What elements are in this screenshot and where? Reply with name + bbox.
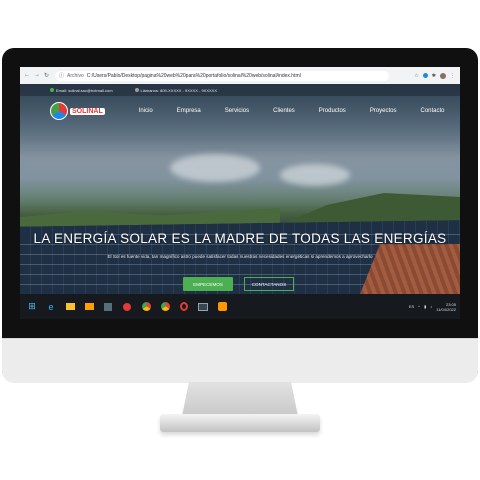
monitor-stand-base: [160, 414, 320, 432]
menu-item-contacto[interactable]: Contacto: [421, 108, 445, 114]
menu-item-proyectos[interactable]: Proyectos: [370, 108, 397, 114]
logo-icon: [50, 102, 68, 120]
reload-icon[interactable]: ↻: [44, 72, 49, 79]
contact-button[interactable]: CONTACTANOS: [244, 277, 294, 291]
browser-toolbar: ← → ↻ ⓘ Archivo C:/Users/Pablo/Desktop/p…: [20, 67, 460, 85]
network-icon[interactable]: ▮: [424, 304, 426, 309]
system-tray: ES ^ ▮ ♪ 23:05 11/04/2022: [409, 302, 456, 312]
logo-text: SOLINAL: [70, 107, 105, 115]
clock[interactable]: 23:05 11/04/2022: [436, 302, 456, 312]
edge-icon[interactable]: e: [44, 300, 58, 314]
screen: ← → ↻ ⓘ Archivo C:/Users/Pablo/Desktop/p…: [20, 67, 460, 319]
address-label: Archivo: [67, 72, 84, 79]
avatar[interactable]: [440, 72, 446, 79]
clock-date: 11/04/2022: [436, 306, 456, 312]
sublime-icon[interactable]: [215, 300, 229, 314]
app-icon[interactable]: [120, 300, 134, 314]
email-text: Email: solinal.sac@hotmail.com: [56, 87, 113, 93]
start-button[interactable]: EMPECEMOS: [183, 277, 233, 291]
language-indicator[interactable]: ES: [409, 304, 414, 309]
site-logo[interactable]: SOLINAL: [50, 102, 105, 120]
monitor-chin: [2, 338, 478, 383]
phone-text: Llámanos: 809-XXXXX - 9XXXX - 9XXXXX: [140, 87, 218, 93]
cloud-shape: [280, 164, 350, 186]
site-navbar: SOLINAL Inicio Empresa Servicios Cliente…: [20, 96, 460, 126]
star-icon[interactable]: ☆: [414, 73, 418, 79]
chrome-icon[interactable]: [158, 300, 172, 314]
menu-item-productos[interactable]: Productos: [319, 108, 346, 114]
monitor-stand-neck: [182, 382, 298, 416]
terminal-icon[interactable]: [196, 300, 210, 314]
windows-taskbar: ⊞ e ES ^ ▮ ♪ 23:05 11/04/2022: [20, 294, 460, 319]
hero-subtitle: El Sol es fuente vida, tan magnífico ast…: [107, 254, 373, 259]
email-icon: [50, 88, 54, 93]
opera-icon[interactable]: [177, 300, 191, 314]
back-icon[interactable]: ←: [24, 72, 30, 79]
cloud-shape: [170, 154, 260, 182]
volume-icon[interactable]: ♪: [430, 304, 432, 309]
file-explorer-icon[interactable]: [63, 300, 77, 314]
extension-icon[interactable]: [422, 73, 428, 78]
address-bar[interactable]: ⓘ Archivo C:/Users/Pablo/Desktop/pagina%…: [55, 70, 390, 81]
main-menu: Inicio Empresa Servicios Clientes Produc…: [139, 108, 445, 114]
contact-topbar: Email: solinal.sac@hotmail.com Llámanos:…: [20, 84, 460, 96]
chevron-up-icon[interactable]: ^: [418, 304, 420, 309]
menu-icon[interactable]: ⋮: [450, 73, 455, 79]
menu-item-servicios[interactable]: Servicios: [225, 108, 249, 114]
email-link[interactable]: Email: solinal.sac@hotmail.com: [50, 88, 113, 93]
puzzle-icon[interactable]: ✱: [432, 73, 436, 79]
website-viewport: Email: solinal.sac@hotmail.com Llámanos:…: [20, 84, 460, 294]
phone-icon: [134, 88, 139, 93]
menu-item-clientes[interactable]: Clientes: [273, 108, 295, 114]
folder-icon[interactable]: [82, 300, 96, 314]
menu-item-empresa[interactable]: Empresa: [177, 108, 201, 114]
menu-item-inicio[interactable]: Inicio: [139, 108, 153, 114]
media-icon[interactable]: [101, 300, 115, 314]
info-icon: ⓘ: [59, 73, 65, 79]
chrome-icon[interactable]: [139, 300, 153, 314]
phone-link[interactable]: Llámanos: 809-XXXXX - 9XXXX - 9XXXXX: [134, 87, 218, 93]
forward-icon[interactable]: →: [34, 72, 40, 79]
windows-start-icon[interactable]: ⊞: [25, 300, 39, 314]
hero-title: LA ENERGÍA SOLAR ES LA MADRE DE TODAS LA…: [33, 231, 447, 246]
address-url: C:/Users/Pablo/Desktop/pagina%20web%20pa…: [86, 72, 301, 79]
